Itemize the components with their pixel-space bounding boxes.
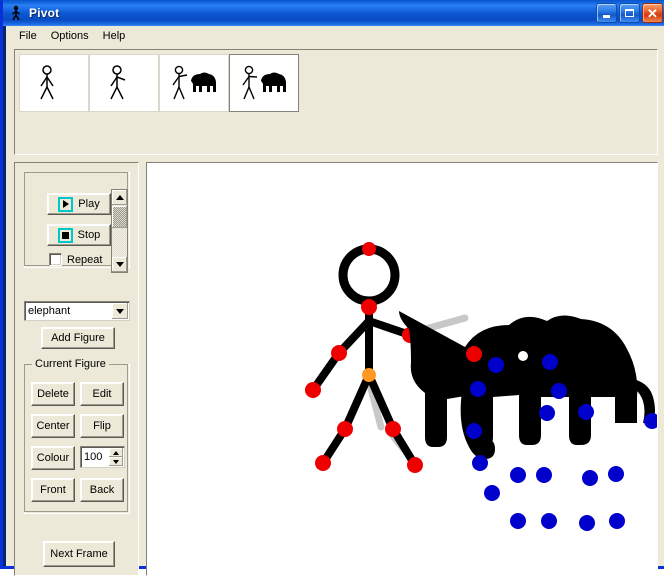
current-figure-title: Current Figure [32, 358, 109, 370]
next-frame-button[interactable]: Next Frame [43, 541, 115, 567]
title-bar: Pivot ✕ [3, 0, 664, 26]
joint-hip-center [362, 368, 376, 382]
menu-file[interactable]: File [12, 28, 44, 44]
scale-stepper[interactable]: 100 [80, 446, 125, 468]
elephant-figure [399, 311, 655, 459]
joint-front-leg-l [510, 467, 526, 483]
scroll-down-arrow-icon[interactable] [112, 257, 127, 272]
current-figure-group: Current Figure Delete Edit Center Flip C… [24, 358, 130, 514]
back-label: Back [89, 484, 115, 496]
animation-canvas[interactable] [146, 162, 658, 576]
stepper-up-icon[interactable] [109, 448, 123, 457]
flip-button[interactable]: Flip [80, 414, 124, 438]
joint-elephant-4 [539, 405, 555, 421]
joint-elephant-5 [578, 404, 594, 420]
repeat-checkbox-row[interactable]: Repeat [49, 253, 102, 266]
next-frame-label: Next Frame [50, 548, 108, 560]
colour-button[interactable]: Colour [31, 446, 75, 470]
flip-label: Flip [93, 420, 111, 432]
chevron-down-icon[interactable] [112, 303, 128, 319]
play-button[interactable]: Play [47, 193, 111, 215]
repeat-checkbox[interactable] [49, 253, 62, 266]
joint-head-top [362, 242, 376, 256]
joint-trunk-tip [484, 485, 500, 501]
stop-button[interactable]: Stop [47, 224, 111, 246]
joint-neck [361, 299, 377, 315]
joint-rear-leg-r [608, 466, 624, 482]
canvas-svg[interactable] [147, 163, 657, 575]
close-button[interactable]: ✕ [642, 3, 663, 23]
center-label: Center [36, 420, 70, 432]
joint-left-knee [337, 421, 353, 437]
playback-group: Play Stop Repeat [24, 172, 130, 273]
scale-value: 100 [84, 451, 103, 463]
animation-speed-scrollbar[interactable] [111, 189, 128, 273]
menu-bar: File Options Help [6, 26, 664, 46]
menu-options[interactable]: Options [44, 28, 96, 44]
joint-front-leg-r [536, 467, 552, 483]
repeat-label: Repeat [67, 253, 103, 266]
stop-icon [57, 227, 73, 243]
frame-strip[interactable] [14, 49, 658, 155]
joint-elephant-3 [551, 383, 567, 399]
joint-left-foot [315, 455, 331, 471]
joint-front-foot-l [510, 513, 526, 529]
front-button[interactable]: Front [31, 478, 75, 502]
controls-panel: Play Stop Repeat elephant Add Figure Cur… [14, 162, 139, 576]
figure-select-value: elephant [28, 305, 71, 317]
scroll-up-arrow-icon[interactable] [112, 190, 127, 205]
joint-rear-leg-l [582, 470, 598, 486]
frame-thumbnail-3[interactable] [159, 54, 229, 112]
edit-label: Edit [92, 388, 112, 400]
joint-right-knee [385, 421, 401, 437]
joint-elephant-head-anchor [466, 346, 482, 362]
add-figure-button[interactable]: Add Figure [41, 327, 115, 349]
joint-trunk-2 [466, 423, 482, 439]
stepper-down-icon[interactable] [109, 457, 123, 466]
joint-elephant-2 [542, 354, 558, 370]
app-window: Pivot ✕ File Options Help Play Stop Repe… [0, 0, 664, 576]
joint-trunk-3 [472, 455, 488, 471]
delete-button[interactable]: Delete [31, 382, 75, 406]
stepper-buttons[interactable] [109, 448, 123, 466]
client-area: File Options Help Play Stop Repeat eleph… [6, 26, 664, 576]
minimize-button[interactable] [596, 3, 617, 23]
play-button-label: Play [78, 198, 100, 210]
caption-buttons: ✕ [596, 3, 663, 23]
window-title: Pivot [29, 6, 60, 20]
joint-trunk-1 [470, 381, 486, 397]
joint-elephant-1 [488, 357, 504, 373]
scrollbar-thumb[interactable] [112, 206, 127, 228]
maximize-button[interactable] [619, 3, 640, 23]
joint-front-foot-r [541, 513, 557, 529]
joint-right-foot [407, 457, 423, 473]
play-icon [58, 196, 74, 212]
delete-label: Delete [37, 388, 69, 400]
add-figure-label: Add Figure [51, 332, 105, 344]
center-button[interactable]: Center [31, 414, 75, 438]
front-label: Front [40, 484, 66, 496]
elephant-eye [518, 351, 528, 361]
back-button[interactable]: Back [80, 478, 124, 502]
colour-label: Colour [36, 452, 70, 464]
joint-rear-foot-r [609, 513, 625, 529]
joint-left-hand [305, 382, 321, 398]
joint-rear-foot-l [579, 515, 595, 531]
elephant-body [399, 311, 638, 447]
figure-select-dropdown[interactable]: elephant [24, 301, 130, 321]
frame-thumbnail-1[interactable] [19, 54, 89, 112]
frame-thumbnail-4[interactable] [229, 54, 299, 112]
menu-help[interactable]: Help [96, 28, 133, 44]
edit-button[interactable]: Edit [80, 382, 124, 406]
stop-button-label: Stop [77, 229, 101, 241]
frame-thumbnail-2[interactable] [89, 54, 159, 112]
joint-left-elbow [331, 345, 347, 361]
stickman-icon [8, 5, 24, 21]
